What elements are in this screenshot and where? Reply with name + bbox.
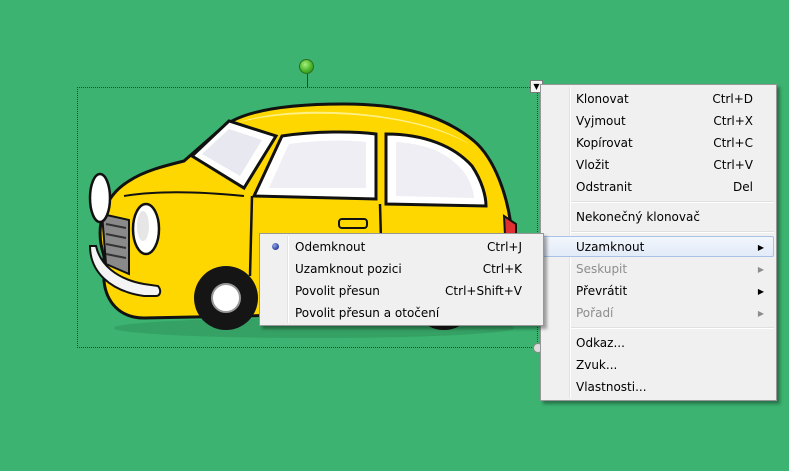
menu-item-shortcut: Del: [733, 180, 753, 194]
submenu-item-allow-move[interactable]: Povolit přesun Ctrl+Shift+V: [262, 280, 541, 301]
radio-bullet-icon: [272, 243, 279, 250]
menu-item-label: Povolit přesun: [295, 284, 380, 298]
menu-item-shortcut: Ctrl+Shift+V: [445, 284, 522, 298]
menu-item-label: Převrátit: [576, 284, 628, 298]
menu-item-label: Klonovat: [576, 92, 629, 106]
submenu-arrow-icon: ▶: [757, 287, 764, 296]
menu-item-label: Odemknout: [295, 240, 366, 254]
submenu-item-unlock[interactable]: Odemknout Ctrl+J: [262, 236, 541, 257]
submenu-arrow-icon: ▶: [757, 309, 764, 318]
submenu-arrow-icon: ▶: [757, 243, 764, 252]
object-context-menu: Klonovat Ctrl+D Vyjmout Ctrl+X Kopírovat…: [540, 84, 777, 401]
lock-submenu: Odemknout Ctrl+J Uzamknout pozici Ctrl+K…: [259, 233, 544, 326]
menu-item-group: Seskupit ▶: [543, 258, 774, 279]
menu-separator: [571, 201, 774, 203]
menu-item-label: Vložit: [576, 158, 610, 172]
menu-item-clone[interactable]: Klonovat Ctrl+D: [543, 88, 774, 109]
submenu-item-allow-move-rotate[interactable]: Povolit přesun a otočení: [262, 302, 541, 323]
menu-item-flip[interactable]: Převrátit ▶: [543, 280, 774, 301]
menu-item-order: Pořadí ▶: [543, 302, 774, 323]
menu-item-shortcut: Ctrl+J: [487, 240, 522, 254]
menu-item-copy[interactable]: Kopírovat Ctrl+C: [543, 132, 774, 153]
menu-item-paste[interactable]: Vložit Ctrl+V: [543, 154, 774, 175]
menu-item-label: Povolit přesun a otočení: [295, 306, 440, 320]
menu-item-shortcut: Ctrl+V: [713, 158, 753, 172]
menu-item-delete[interactable]: Odstranit Del: [543, 176, 774, 197]
rotation-handle-stem: [307, 74, 308, 88]
menu-item-label: Vyjmout: [576, 114, 626, 128]
menu-item-cut[interactable]: Vyjmout Ctrl+X: [543, 110, 774, 131]
submenu-item-lock-position[interactable]: Uzamknout pozici Ctrl+K: [262, 258, 541, 279]
menu-item-lock[interactable]: Uzamknout ▶: [543, 236, 774, 257]
menu-item-shortcut: Ctrl+X: [713, 114, 753, 128]
menu-item-properties[interactable]: Vlastnosti...: [543, 376, 774, 397]
menu-item-label: Pořadí: [576, 306, 614, 320]
menu-item-link[interactable]: Odkaz...: [543, 332, 774, 353]
triangle-down-icon: ▼: [533, 82, 540, 91]
menu-item-sound[interactable]: Zvuk...: [543, 354, 774, 375]
menu-item-label: Seskupit: [576, 262, 628, 276]
menu-item-shortcut: Ctrl+C: [713, 136, 753, 150]
submenu-arrow-icon: ▶: [757, 265, 764, 274]
menu-item-label: Zvuk...: [576, 358, 618, 372]
menu-item-label: Vlastnosti...: [576, 380, 647, 394]
rotate-handle-icon[interactable]: [299, 59, 314, 74]
menu-item-shortcut: Ctrl+K: [482, 262, 522, 276]
menu-item-label: Nekonečný klonovač: [576, 210, 700, 224]
menu-item-label: Uzamknout: [576, 240, 645, 254]
menu-separator: [571, 327, 774, 329]
menu-item-infinite-cloner[interactable]: Nekonečný klonovač: [543, 206, 774, 227]
menu-item-label: Uzamknout pozici: [295, 262, 402, 276]
menu-item-label: Odstranit: [576, 180, 632, 194]
menu-item-label: Kopírovat: [576, 136, 633, 150]
menu-item-label: Odkaz...: [576, 336, 625, 350]
menu-item-shortcut: Ctrl+D: [712, 92, 753, 106]
menu-separator: [571, 231, 774, 233]
